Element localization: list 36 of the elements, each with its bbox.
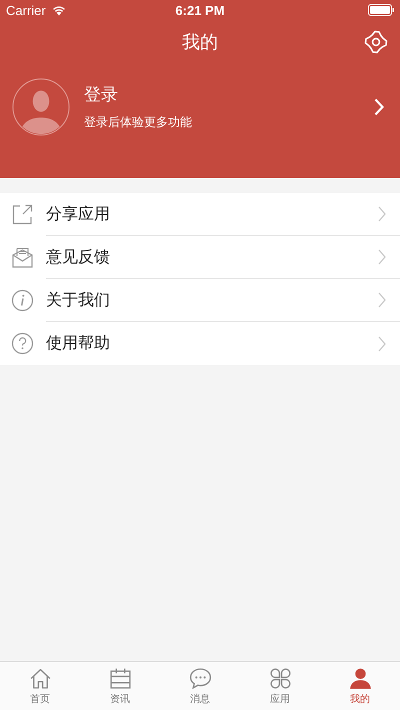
chevron-icon bbox=[378, 336, 386, 352]
calendar-icon bbox=[108, 666, 132, 691]
chevron-icon bbox=[378, 206, 386, 222]
tab-item[interactable]: 首页 bbox=[0, 662, 80, 710]
menu-label: 分享应用 bbox=[46, 204, 110, 224]
four-petal-icon bbox=[268, 666, 292, 691]
menu-item[interactable]: 关于我们 bbox=[0, 279, 400, 322]
menu-label: 使用帮助 bbox=[46, 333, 110, 354]
share-icon bbox=[11, 203, 34, 226]
settings-icon[interactable] bbox=[364, 30, 388, 54]
menu-label: 关于我们 bbox=[46, 290, 110, 310]
envelope-icon bbox=[11, 246, 34, 269]
battery-icon bbox=[368, 4, 394, 16]
info-icon bbox=[11, 289, 34, 312]
chevron-icon bbox=[374, 98, 384, 116]
menu-item[interactable]: 使用帮助 bbox=[0, 322, 400, 365]
wifi-icon bbox=[50, 4, 67, 16]
menu-label: 意见反馈 bbox=[46, 246, 110, 268]
page-title: 我的 bbox=[181, 31, 219, 54]
chevron-icon bbox=[378, 292, 386, 308]
carrier-label: Carrier bbox=[6, 2, 46, 18]
menu-item[interactable]: 分享应用 bbox=[0, 193, 400, 236]
profile-row[interactable]: 登录 登录后体验更多功能 bbox=[0, 64, 400, 142]
status-time: 6:21 PM bbox=[175, 2, 225, 18]
help-icon bbox=[11, 332, 34, 355]
login-subtitle: 登录后体验更多功能 bbox=[84, 114, 193, 131]
tab-item[interactable]: 消息 bbox=[160, 662, 240, 710]
tab-item[interactable]: 资讯 bbox=[80, 662, 160, 710]
menu-item[interactable]: 意见反馈 bbox=[0, 236, 400, 279]
tab-item[interactable]: 我的 bbox=[320, 662, 400, 710]
tab-item[interactable]: 应用 bbox=[240, 662, 320, 710]
chat-bubble-icon bbox=[188, 666, 212, 691]
chevron-icon bbox=[378, 249, 386, 265]
person-icon bbox=[348, 666, 372, 691]
avatar-icon bbox=[12, 78, 70, 136]
login-title: 登录 bbox=[84, 84, 119, 106]
